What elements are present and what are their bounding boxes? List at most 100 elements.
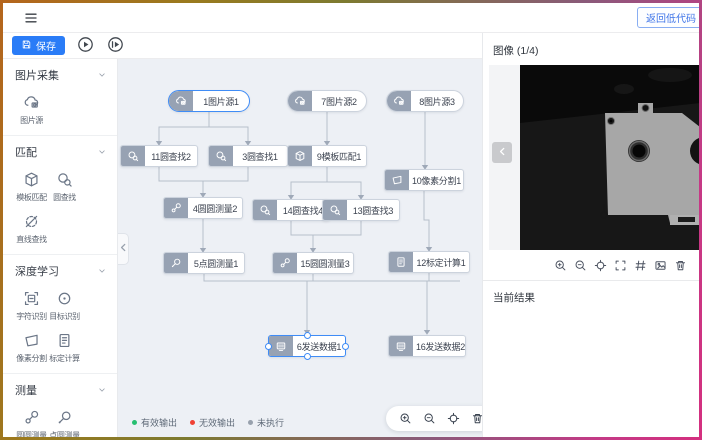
flow-node-label: 15圆圆测量3 bbox=[297, 253, 353, 273]
zoom-in-icon[interactable] bbox=[554, 259, 567, 272]
flow-node[interactable]: 16发送数据2 bbox=[388, 335, 466, 357]
zoom-out-icon[interactable] bbox=[574, 259, 587, 272]
chevron-down-icon bbox=[97, 147, 107, 157]
sidebar-item-calc-doc[interactable]: 标定计算 bbox=[48, 331, 81, 364]
connection-handle[interactable] bbox=[265, 343, 272, 350]
sidebar-section-0: 图片采集图片源 bbox=[3, 59, 117, 136]
collapse-sidebar-handle[interactable] bbox=[118, 233, 129, 265]
measure-pc-icon bbox=[55, 408, 74, 427]
cloud-image-icon bbox=[288, 91, 312, 111]
connection-handle[interactable] bbox=[342, 343, 349, 350]
camera-image[interactable] bbox=[520, 65, 699, 250]
zoom-in-icon[interactable] bbox=[399, 412, 412, 425]
image-toolbar bbox=[483, 250, 699, 280]
legend-label: 无效输出 bbox=[199, 416, 235, 429]
flow-node[interactable]: 8图片源3 bbox=[386, 90, 464, 112]
run-button[interactable] bbox=[76, 36, 95, 55]
flow-node[interactable]: 9模板匹配1 bbox=[287, 145, 367, 167]
trash-icon[interactable] bbox=[674, 259, 687, 272]
sidebar-item-measure-pc[interactable]: 点圆测量 bbox=[48, 408, 81, 437]
segment-icon bbox=[385, 170, 409, 190]
locate-icon[interactable] bbox=[447, 412, 460, 425]
sidebar-section-header[interactable]: 匹配 bbox=[15, 144, 107, 160]
flow-node-label: 16发送数据2 bbox=[413, 336, 468, 356]
screen-recording-border: 返回低代码 保存 图片采集图片源匹配模板匹配圆查找直线查找深度学习字符识别目标识… bbox=[0, 0, 702, 440]
flow-canvas[interactable]: 有效输出 无效输出 未执行 1图片源1 7图片源2 8图片源3 11圆查找2 3圆查找19模… bbox=[118, 59, 482, 437]
legend-dot bbox=[132, 420, 137, 425]
sidebar-item-label: 圆查找 bbox=[53, 192, 76, 203]
sidebar-item-circle-find[interactable]: 圆查找 bbox=[48, 170, 81, 203]
save-button[interactable]: 保存 bbox=[12, 36, 65, 55]
legend-dot bbox=[190, 420, 195, 425]
menu-icon[interactable] bbox=[23, 10, 39, 26]
back-to-lowcode-button[interactable]: 返回低代码 bbox=[637, 7, 699, 28]
connection-handle[interactable] bbox=[304, 353, 311, 360]
save-icon bbox=[21, 39, 32, 53]
flow-node[interactable]: 13圆查找3 bbox=[322, 199, 400, 221]
flow-node-label: 7图片源2 bbox=[312, 91, 366, 111]
camera-image-scene bbox=[520, 65, 699, 250]
flow-node[interactable]: 7图片源2 bbox=[287, 90, 367, 112]
device-icon bbox=[269, 336, 293, 356]
sidebar-item-cube[interactable]: 模板匹配 bbox=[15, 170, 48, 203]
flow-node[interactable]: 15圆圆测量3 bbox=[272, 252, 354, 274]
save-button-label: 保存 bbox=[36, 38, 56, 53]
sidebar-section-3: 测量圆圆测量点圆测量点点测量 bbox=[3, 374, 117, 437]
device-icon bbox=[389, 336, 413, 356]
connection-handle[interactable] bbox=[304, 332, 311, 339]
image-panel-title: 图像 (1/4) bbox=[483, 33, 699, 65]
flow-node[interactable]: 3圆查找1 bbox=[208, 145, 288, 167]
circle-find-icon bbox=[323, 200, 347, 220]
flow-edges bbox=[118, 59, 482, 437]
circle-find-icon bbox=[209, 146, 233, 166]
circle-find-icon bbox=[55, 170, 74, 189]
legend-label: 未执行 bbox=[257, 416, 284, 429]
sidebar-item-label: 模板匹配 bbox=[16, 192, 46, 203]
cloud-image-icon bbox=[22, 93, 41, 112]
run-once-icon bbox=[107, 36, 124, 56]
fullscreen-icon[interactable] bbox=[614, 259, 627, 272]
legend-item: 有效输出 bbox=[132, 416, 177, 429]
grid-icon[interactable] bbox=[634, 259, 647, 272]
flow-node-label: 5点圆测量1 bbox=[188, 253, 244, 273]
flow-node[interactable]: 10像素分割1 bbox=[384, 169, 464, 191]
circle-find-icon bbox=[121, 146, 145, 166]
zoom-out-icon[interactable] bbox=[423, 412, 436, 425]
sidebar-item-target[interactable]: 目标识别 bbox=[48, 289, 81, 322]
flow-node[interactable]: 4圆圆测量2 bbox=[163, 197, 243, 219]
segment-icon bbox=[22, 331, 41, 350]
sidebar-item-line-find[interactable]: 直线查找 bbox=[15, 212, 48, 245]
flow-node[interactable]: 1图片源1 bbox=[168, 90, 250, 112]
flow-node[interactable]: 14圆查找4 bbox=[252, 199, 330, 221]
sidebar-item-ocr[interactable]: 字符识别 bbox=[15, 289, 48, 322]
sidebar-item-label: 点圆测量 bbox=[49, 430, 79, 437]
flow-node-label: 13圆查找3 bbox=[347, 200, 399, 220]
trash-icon[interactable] bbox=[471, 412, 482, 425]
ocr-icon bbox=[22, 289, 41, 308]
sidebar-item-measure-cc[interactable]: 圆圆测量 bbox=[15, 408, 48, 437]
sidebar-section-header[interactable]: 图片采集 bbox=[15, 67, 107, 83]
sidebar-section-1: 匹配模板匹配圆查找直线查找 bbox=[3, 136, 117, 255]
locate-icon[interactable] bbox=[594, 259, 607, 272]
chevron-left-icon bbox=[497, 145, 508, 160]
prev-image-button[interactable] bbox=[492, 142, 512, 163]
flow-node[interactable]: 6发送数据1 bbox=[268, 335, 346, 357]
flow-node[interactable]: 11圆查找2 bbox=[120, 145, 198, 167]
sidebar-section-header[interactable]: 深度学习 bbox=[15, 263, 107, 279]
current-result-title: 当前结果 bbox=[483, 281, 699, 314]
flow-node-label: 12标定计算1 bbox=[413, 252, 469, 272]
legend-item: 未执行 bbox=[248, 416, 284, 429]
vision-flow-app: 返回低代码 保存 图片采集图片源匹配模板匹配圆查找直线查找深度学习字符识别目标识… bbox=[3, 3, 699, 437]
flow-node[interactable]: 12标定计算1 bbox=[388, 251, 470, 273]
legend-item: 无效输出 bbox=[190, 416, 235, 429]
measure-cc-icon bbox=[273, 253, 297, 273]
sidebar-item-segment[interactable]: 像素分割 bbox=[15, 331, 48, 364]
calc-doc-icon bbox=[389, 252, 413, 272]
sidebar-section-header[interactable]: 测量 bbox=[15, 382, 107, 398]
sidebar-item-cloud-image[interactable]: 图片源 bbox=[15, 93, 48, 126]
run-once-button[interactable] bbox=[106, 36, 125, 55]
flow-node[interactable]: 5点圆测量1 bbox=[163, 252, 245, 274]
compare-icon[interactable] bbox=[654, 259, 667, 272]
sidebar-item-label: 直线查找 bbox=[16, 234, 46, 245]
sidebar-item-label: 圆圆测量 bbox=[16, 430, 46, 437]
